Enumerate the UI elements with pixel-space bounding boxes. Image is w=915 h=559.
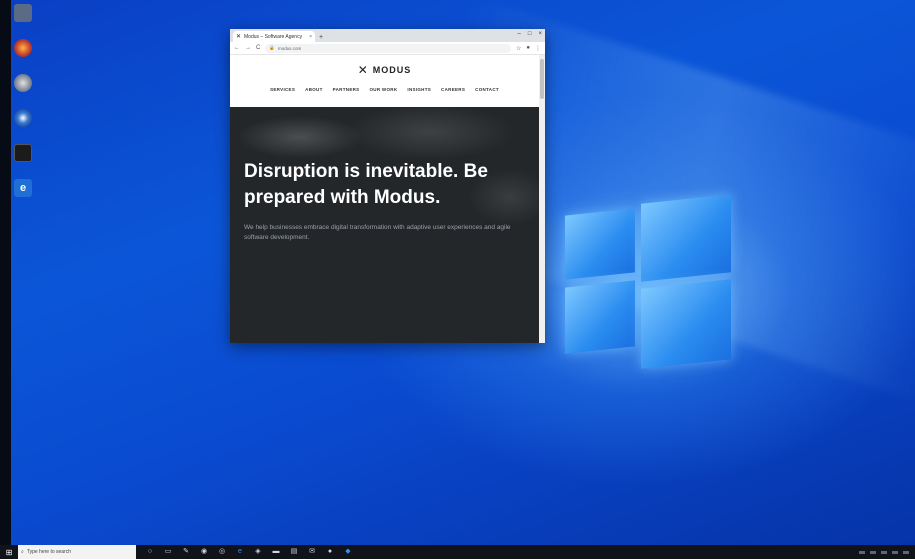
edge-glyph: e (19, 182, 27, 194)
modus-favicon-icon: ✕ (236, 33, 242, 40)
taskbar: ⊞ ⌕ Type here to search ○ ▭ ✎ ◉ ◎ e ◈ ▬ … (0, 545, 915, 559)
nav-careers[interactable]: CAREERS (441, 87, 465, 92)
terminal-icon[interactable] (14, 144, 32, 162)
modus-logo-icon: ✕ (357, 63, 368, 77)
address-bar-row: ← → C 🔒 modus.com ☆ ● ⋮ (230, 42, 545, 55)
music-icon[interactable]: ● (326, 548, 334, 556)
task-view-icon[interactable]: ▭ (164, 548, 172, 556)
firefox-icon[interactable] (14, 39, 32, 57)
start-button[interactable]: ⊞ (0, 545, 18, 559)
desktop: e ✕ Modus – Software Agency × + – □ × ← … (0, 0, 915, 545)
search-placeholder: Type here to search (26, 549, 72, 555)
system-tray (859, 550, 915, 554)
site-logo[interactable]: ✕ MODUS (230, 55, 539, 77)
nav-contact[interactable]: CONTACT (475, 87, 499, 92)
chrome-icon[interactable] (14, 74, 32, 92)
hero-title: Disruption is inevitable. Be prepared wi… (244, 161, 488, 208)
close-button[interactable]: × (538, 31, 542, 37)
browser-tab[interactable]: ✕ Modus – Software Agency × (233, 31, 315, 42)
chrome-taskbar-icon[interactable]: ◎ (218, 548, 226, 556)
lock-icon: 🔒 (269, 45, 275, 50)
hero-section: Disruption is inevitable. Be prepared wi… (230, 107, 539, 343)
nav-about[interactable]: ABOUT (305, 87, 323, 92)
recycle-bin-icon[interactable] (14, 4, 32, 22)
taskbar-search[interactable]: ⌕ Type here to search (18, 545, 136, 559)
left-edge-bar (0, 0, 11, 545)
window-controls: – □ × (518, 31, 542, 37)
nav-partners[interactable]: PARTNERS (333, 87, 360, 92)
tab-title: Modus – Software Agency (244, 33, 303, 40)
desktop-icons: e (14, 4, 34, 214)
nav-our-work[interactable]: OUR WORK (369, 87, 397, 92)
browser-window: ✕ Modus – Software Agency × + – □ × ← → … (230, 29, 545, 343)
firefox-taskbar-icon[interactable]: ◉ (200, 548, 208, 556)
dropbox-icon[interactable]: ◆ (344, 548, 352, 556)
bookmark-star-icon[interactable]: ☆ (516, 45, 521, 52)
cortana-icon[interactable]: ○ (146, 548, 154, 556)
edge-taskbar-icon[interactable]: e (236, 548, 244, 556)
page-scrollbar[interactable] (539, 55, 545, 343)
reload-button[interactable]: C (256, 45, 260, 51)
minimize-button[interactable]: – (518, 31, 521, 37)
edge-icon[interactable]: e (14, 179, 32, 197)
maximize-button[interactable]: □ (528, 31, 532, 37)
pinned-apps: ○ ▭ ✎ ◉ ◎ e ◈ ▬ ▤ ✉ ● ◆ (146, 548, 352, 556)
store-icon[interactable]: ▤ (290, 548, 298, 556)
menu-icon[interactable]: ⋮ (535, 45, 541, 52)
logo-text: MODUS (372, 65, 412, 75)
tray-item[interactable] (870, 550, 876, 554)
windows-logo-wallpaper (565, 194, 731, 369)
url-text: modus.com (277, 45, 302, 51)
tab-bar: ✕ Modus – Software Agency × + – □ × (230, 29, 545, 42)
url-field[interactable]: 🔒 modus.com (265, 43, 511, 53)
hero-subtitle: We help businesses embrace digital trans… (244, 224, 511, 241)
tray-item[interactable] (881, 550, 887, 554)
search-icon: ⌕ (21, 549, 24, 555)
paint-icon[interactable]: ✎ (182, 548, 190, 556)
site-nav: SERVICES ABOUT PARTNERS OUR WORK INSIGHT… (230, 87, 539, 92)
scrollbar-thumb[interactable] (540, 59, 544, 99)
forward-button[interactable]: → (245, 45, 251, 51)
site-header: ✕ MODUS SERVICES ABOUT PARTNERS OUR WORK… (230, 55, 539, 107)
tray-item[interactable] (859, 550, 865, 554)
media-taskbar-icon[interactable]: ◈ (254, 548, 262, 556)
new-tab-button[interactable]: + (319, 34, 323, 41)
mail-icon[interactable]: ✉ (308, 548, 316, 556)
webpage: ✕ MODUS SERVICES ABOUT PARTNERS OUR WORK… (230, 55, 539, 343)
nav-insights[interactable]: INSIGHTS (407, 87, 431, 92)
account-icon[interactable]: ● (526, 45, 530, 52)
tab-close-icon[interactable]: × (309, 34, 312, 40)
terminal-taskbar-icon[interactable]: ▬ (272, 548, 280, 556)
tray-item[interactable] (903, 550, 909, 554)
nav-services[interactable]: SERVICES (270, 87, 295, 92)
tray-item[interactable] (892, 550, 898, 554)
back-button[interactable]: ← (234, 45, 240, 51)
media-player-icon[interactable] (14, 109, 32, 127)
